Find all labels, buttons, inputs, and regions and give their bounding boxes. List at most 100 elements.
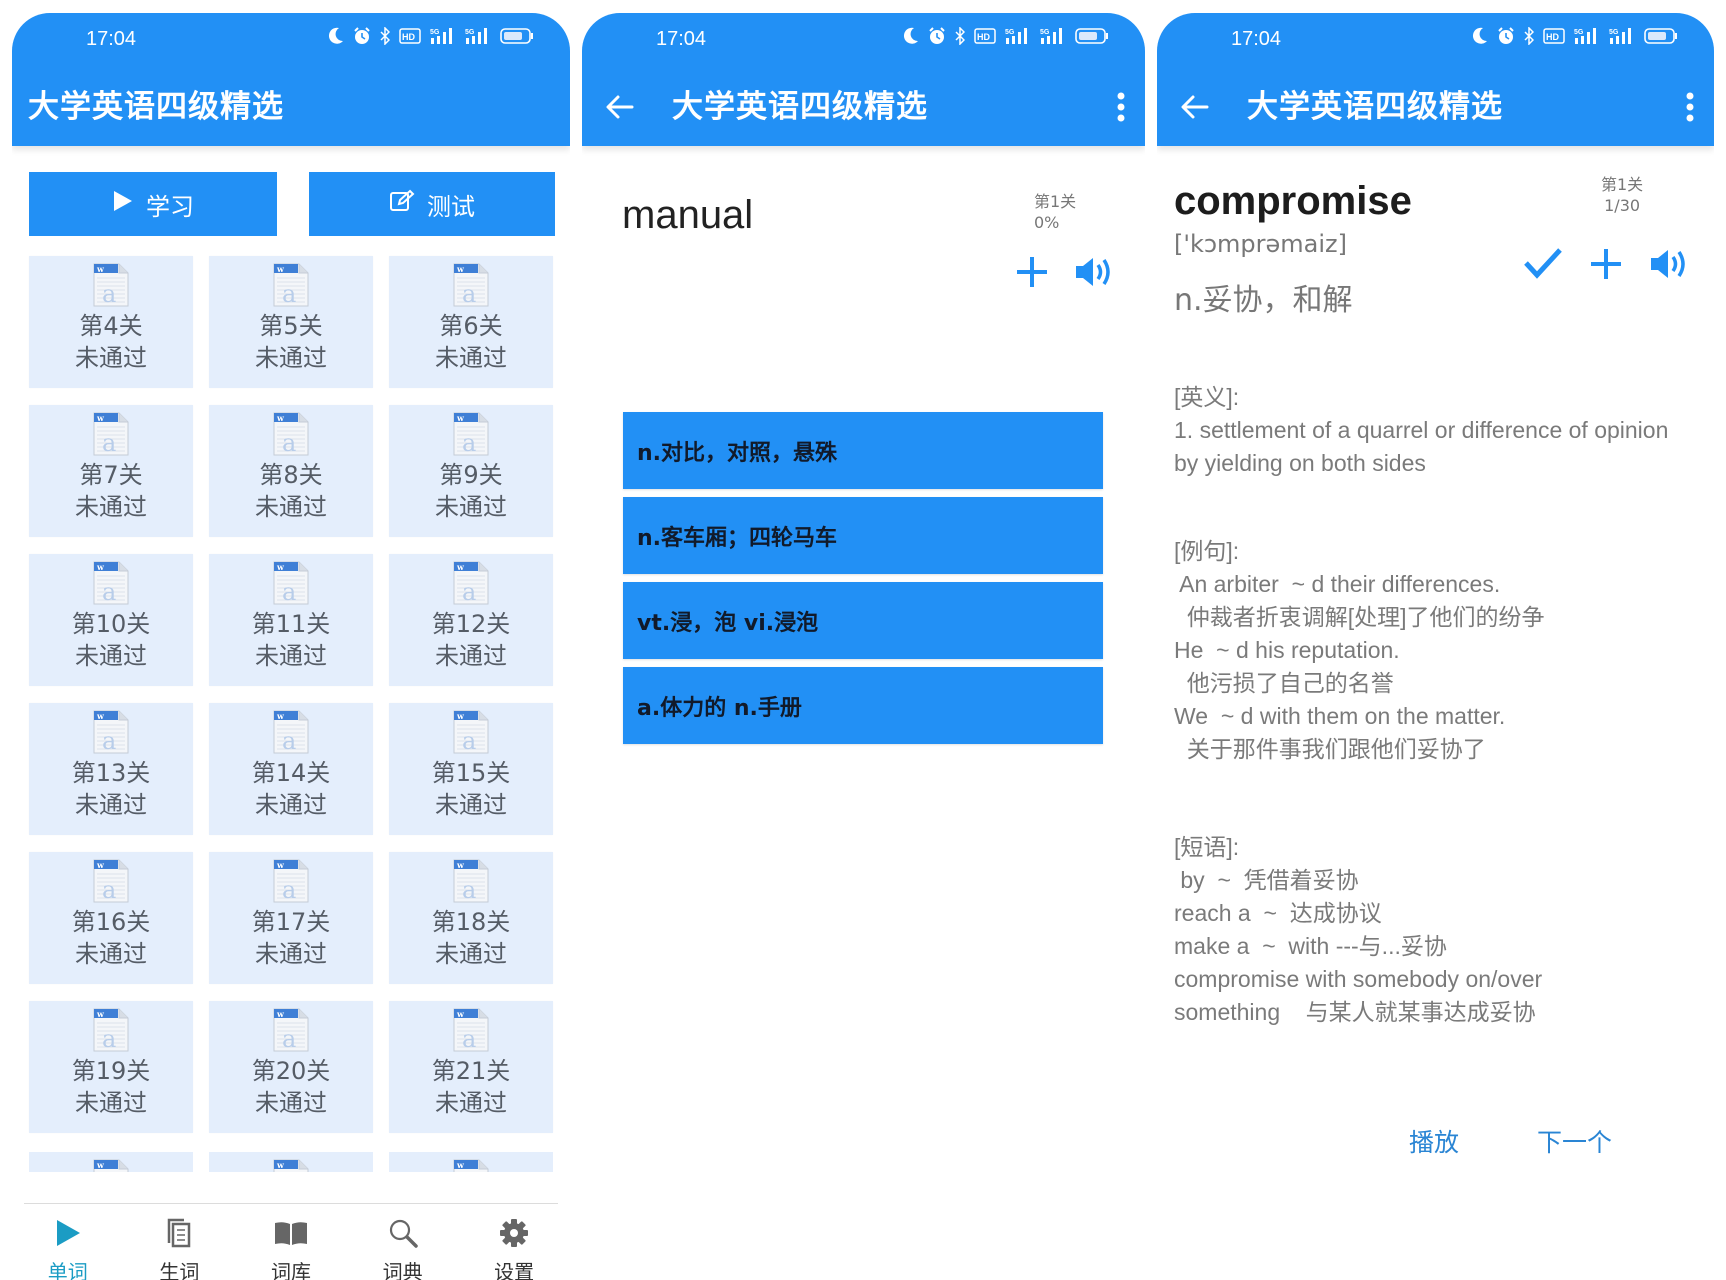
nav-item-notes[interactable]: 生词: [134, 1209, 224, 1280]
back-arrow-icon[interactable]: [604, 91, 636, 123]
page-title: 大学英语四级精选: [672, 89, 928, 125]
svg-text:w: w: [276, 264, 285, 274]
battery-icon: [1075, 28, 1109, 44]
mark-known-button[interactable]: [1523, 246, 1563, 284]
level-tile[interactable]: w a 第8关 未通过: [209, 405, 373, 537]
level-status: 未通过: [255, 1089, 327, 1117]
speaker-icon: [1651, 250, 1685, 278]
level-tile[interactable]: w a 第18关 未通过: [389, 852, 553, 984]
level-status: 未通过: [435, 642, 507, 670]
pronounce-button[interactable]: [1649, 245, 1689, 287]
more-vertical-icon[interactable]: [1111, 87, 1131, 127]
level-tile[interactable]: w a 第6关 未通过: [389, 256, 553, 388]
svg-text:a: a: [282, 727, 296, 755]
edit-icon: [389, 189, 415, 219]
svg-text:w: w: [456, 413, 465, 423]
checkmark-icon: [1524, 248, 1562, 279]
phrase-line: reach a ~ 达成协议: [1174, 900, 1382, 926]
play-button[interactable]: 播放: [1409, 1123, 1459, 1159]
plus-icon: [1017, 257, 1047, 287]
play-icon: [51, 1216, 85, 1250]
nav-label: 词典: [382, 1260, 423, 1280]
test-button[interactable]: 测试: [309, 172, 555, 236]
nav-label: 单词: [47, 1260, 88, 1280]
level-tile[interactable]: w a 第21关 未通过: [389, 1001, 553, 1133]
nav-item-gear[interactable]: 设置: [469, 1209, 559, 1280]
level-tile[interactable]: w a 第10关 未通过: [29, 554, 193, 686]
level-name: 第13关: [71, 759, 151, 787]
pronounce-button[interactable]: [1074, 253, 1114, 295]
plus-icon: [1591, 249, 1621, 279]
level-tile[interactable]: w a 第9关 未通过: [389, 405, 553, 537]
svg-text:w: w: [96, 1009, 105, 1019]
book-icon: [274, 1216, 308, 1250]
hd-icon: HD: [974, 28, 996, 44]
svg-text:5G: 5G: [430, 29, 440, 36]
svg-text:5G: 5G: [465, 29, 475, 36]
phrases-section: [短语]: by ~ 凭借着妥协 reach a ~ 达成协议 make a ~ w…: [1174, 831, 1694, 1029]
svg-text:a: a: [102, 727, 116, 755]
level-tile[interactable]: w a 第15关 未通过: [389, 703, 553, 835]
level-tile[interactable]: w a 第19关 未通过: [29, 1001, 193, 1133]
level-tile[interactable]: w a 第17关 未通过: [209, 852, 373, 984]
svg-text:w: w: [456, 711, 465, 721]
level-tile[interactable]: w a 第7关 未通过: [29, 405, 193, 537]
nav-item-search[interactable]: 词典: [358, 1209, 448, 1280]
level-status: 未通过: [435, 940, 507, 968]
level-tile[interactable]: w a 第5关 未通过: [209, 256, 373, 388]
level-name: 第16关: [71, 908, 151, 936]
document-icon: wa: [451, 260, 491, 308]
level-tile[interactable]: w a 第11关 未通过: [209, 554, 373, 686]
level-tile[interactable]: w a 第4关 未通过: [29, 256, 193, 388]
level-tile[interactable]: w a 第20关 未通过: [209, 1001, 373, 1133]
english-definition: 1. settlement of a quarrel or difference…: [1174, 417, 1669, 476]
level-tile[interactable]: w a 第12关 未通过: [389, 554, 553, 686]
answer-option[interactable]: a.体力的 n.手册: [623, 667, 1103, 744]
level-status: 未通过: [435, 493, 507, 521]
level-progress: 1/30: [1604, 196, 1641, 215]
play-icon: [112, 189, 134, 219]
nav-item-book[interactable]: 词库: [246, 1209, 336, 1280]
word-detail-screen: 17:04 HD 5G 5G 大学英语四级精选 compromise ['kɔmpr…: [1157, 13, 1714, 1280]
level-status: 未通过: [435, 344, 507, 372]
answer-option[interactable]: n.客车厢；四轮马车: [623, 497, 1103, 574]
level-status: 未通过: [75, 642, 147, 670]
svg-text:w: w: [276, 562, 285, 572]
level-tile[interactable]: w a 第16关 未通过: [29, 852, 193, 984]
svg-text:w: w: [96, 264, 105, 274]
level-status: 未通过: [75, 344, 147, 372]
svg-text:w: w: [96, 711, 105, 721]
add-word-button[interactable]: [1015, 255, 1049, 293]
app-bar: 17:04 HD 5G 5G 大学英语四级精选: [1157, 13, 1714, 146]
svg-text:w: w: [456, 1160, 465, 1170]
study-button[interactable]: 学习: [29, 172, 277, 236]
nav-item-play[interactable]: 单词: [23, 1209, 113, 1280]
app-bar: 17:04 HD 5G 5G 大学英语四级精选: [582, 13, 1145, 146]
svg-text:5G: 5G: [1574, 29, 1584, 36]
answer-option[interactable]: vt.浸，泡 vi.浸泡: [623, 582, 1103, 659]
document-icon: wa: [91, 260, 131, 308]
nav-label: 生词: [159, 1260, 200, 1280]
moon-icon: [1472, 27, 1488, 45]
bottom-nav-divider: [24, 1203, 558, 1204]
battery-icon: [1644, 28, 1678, 44]
svg-text:w: w: [96, 860, 105, 870]
level-status: 未通过: [75, 1089, 147, 1117]
more-vertical-icon[interactable]: [1680, 87, 1700, 127]
next-button[interactable]: 下一个: [1537, 1123, 1612, 1159]
document-icon: wa: [91, 409, 131, 457]
back-arrow-icon[interactable]: [1179, 91, 1211, 123]
svg-text:a: a: [462, 727, 476, 755]
add-word-button[interactable]: [1589, 247, 1623, 285]
nav-label: 词库: [270, 1260, 311, 1280]
level-tile[interactable]: w a 第14关 未通过: [209, 703, 373, 835]
level-tile-partial[interactable]: wa: [389, 1152, 553, 1172]
svg-text:5G: 5G: [1609, 29, 1619, 36]
svg-text:a: a: [102, 876, 116, 904]
answer-option[interactable]: n.对比，对照，悬殊: [623, 412, 1103, 489]
level-tile-partial[interactable]: wa: [209, 1152, 373, 1172]
level-status: 未通过: [435, 791, 507, 819]
level-tile[interactable]: w a 第13关 未通过: [29, 703, 193, 835]
level-tile-partial[interactable]: wa: [29, 1152, 193, 1172]
status-time: 17:04: [86, 28, 137, 50]
